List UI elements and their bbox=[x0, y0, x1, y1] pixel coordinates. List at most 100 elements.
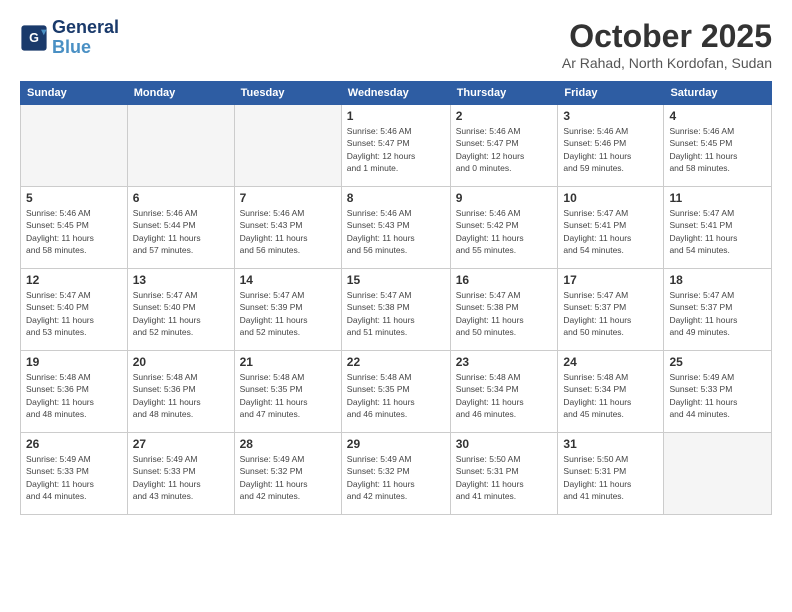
calendar-cell: 17 Sunrise: 5:47 AMSunset: 5:37 PMDayligh… bbox=[558, 269, 664, 351]
calendar-cell: 24 Sunrise: 5:48 AMSunset: 5:34 PMDayligh… bbox=[558, 351, 664, 433]
calendar-cell: 9Sunrise: 5:46 AMSunset: 5:42 PMDaylight… bbox=[450, 187, 558, 269]
day-info: Sunrise: 5:48 AMSunset: 5:34 PMDaylight:… bbox=[456, 371, 553, 420]
day-info: Sunrise: 5:46 AMSunset: 5:46 PMDaylight:… bbox=[563, 125, 658, 174]
month-title: October 2025 bbox=[562, 18, 772, 55]
day-info: Sunrise: 5:49 AMSunset: 5:32 PMDaylight:… bbox=[240, 453, 336, 502]
day-number: 24 bbox=[563, 355, 658, 369]
weekday-header: Saturday bbox=[664, 82, 772, 105]
page: G General Blue October 2025 Ar Rahad, No… bbox=[0, 0, 792, 525]
day-info: Sunrise: 5:46 AMSunset: 5:44 PMDaylight:… bbox=[133, 207, 229, 256]
calendar-cell bbox=[234, 105, 341, 187]
logo-line2: Blue bbox=[52, 37, 91, 57]
day-info: Sunrise: 5:49 AMSunset: 5:33 PMDaylight:… bbox=[669, 371, 766, 420]
day-info: Sunrise: 5:47 AMSunset: 5:40 PMDaylight:… bbox=[133, 289, 229, 338]
day-number: 9 bbox=[456, 191, 553, 205]
day-number: 20 bbox=[133, 355, 229, 369]
day-number: 19 bbox=[26, 355, 122, 369]
weekday-header: Monday bbox=[127, 82, 234, 105]
day-number: 6 bbox=[133, 191, 229, 205]
calendar-cell: 20 Sunrise: 5:48 AMSunset: 5:36 PMDayligh… bbox=[127, 351, 234, 433]
calendar-cell: 16Sunrise: 5:47 AMSunset: 5:38 PMDayligh… bbox=[450, 269, 558, 351]
day-number: 5 bbox=[26, 191, 122, 205]
day-number: 28 bbox=[240, 437, 336, 451]
weekday-header: Wednesday bbox=[341, 82, 450, 105]
calendar-cell: 8 Sunrise: 5:46 AMSunset: 5:43 PMDaylight… bbox=[341, 187, 450, 269]
calendar-header-row: SundayMondayTuesdayWednesdayThursdayFrid… bbox=[21, 82, 772, 105]
calendar-cell bbox=[21, 105, 128, 187]
weekday-header: Tuesday bbox=[234, 82, 341, 105]
calendar-cell: 31Sunrise: 5:50 AMSunset: 5:31 PMDayligh… bbox=[558, 433, 664, 515]
day-info: Sunrise: 5:48 AMSunset: 5:36 PMDaylight:… bbox=[26, 371, 122, 420]
calendar-cell: 28 Sunrise: 5:49 AMSunset: 5:32 PMDayligh… bbox=[234, 433, 341, 515]
calendar-cell: 5 Sunrise: 5:46 AMSunset: 5:45 PMDaylight… bbox=[21, 187, 128, 269]
day-number: 18 bbox=[669, 273, 766, 287]
day-number: 11 bbox=[669, 191, 766, 205]
day-info: Sunrise: 5:47 AMSunset: 5:39 PMDaylight:… bbox=[240, 289, 336, 338]
calendar-cell: 6 Sunrise: 5:46 AMSunset: 5:44 PMDaylight… bbox=[127, 187, 234, 269]
day-info: Sunrise: 5:50 AMSunset: 5:31 PMDaylight:… bbox=[456, 453, 553, 502]
day-number: 31 bbox=[563, 437, 658, 451]
day-info: Sunrise: 5:48 AMSunset: 5:36 PMDaylight:… bbox=[133, 371, 229, 420]
calendar-week-row: 19 Sunrise: 5:48 AMSunset: 5:36 PMDayligh… bbox=[21, 351, 772, 433]
day-number: 16 bbox=[456, 273, 553, 287]
calendar-cell: 15 Sunrise: 5:47 AMSunset: 5:38 PMDayligh… bbox=[341, 269, 450, 351]
day-number: 29 bbox=[347, 437, 445, 451]
calendar-cell: 11 Sunrise: 5:47 AMSunset: 5:41 PMDayligh… bbox=[664, 187, 772, 269]
day-info: Sunrise: 5:46 AMSunset: 5:45 PMDaylight:… bbox=[26, 207, 122, 256]
calendar-cell bbox=[664, 433, 772, 515]
day-number: 26 bbox=[26, 437, 122, 451]
calendar-table: SundayMondayTuesdayWednesdayThursdayFrid… bbox=[20, 81, 772, 515]
weekday-header: Thursday bbox=[450, 82, 558, 105]
calendar-cell: 13 Sunrise: 5:47 AMSunset: 5:40 PMDayligh… bbox=[127, 269, 234, 351]
day-number: 4 bbox=[669, 109, 766, 123]
day-info: Sunrise: 5:47 AMSunset: 5:41 PMDaylight:… bbox=[669, 207, 766, 256]
calendar-week-row: 26 Sunrise: 5:49 AMSunset: 5:33 PMDayligh… bbox=[21, 433, 772, 515]
day-info: Sunrise: 5:48 AMSunset: 5:34 PMDaylight:… bbox=[563, 371, 658, 420]
day-number: 3 bbox=[563, 109, 658, 123]
header: G General Blue October 2025 Ar Rahad, No… bbox=[20, 18, 772, 71]
day-info: Sunrise: 5:49 AMSunset: 5:32 PMDaylight:… bbox=[347, 453, 445, 502]
calendar-week-row: 1 Sunrise: 5:46 AMSunset: 5:47 PMDaylight… bbox=[21, 105, 772, 187]
calendar-cell: 14 Sunrise: 5:47 AMSunset: 5:39 PMDayligh… bbox=[234, 269, 341, 351]
location: Ar Rahad, North Kordofan, Sudan bbox=[562, 55, 772, 71]
day-number: 7 bbox=[240, 191, 336, 205]
weekday-header: Friday bbox=[558, 82, 664, 105]
day-number: 17 bbox=[563, 273, 658, 287]
day-info: Sunrise: 5:47 AMSunset: 5:40 PMDaylight:… bbox=[26, 289, 122, 338]
day-number: 27 bbox=[133, 437, 229, 451]
day-info: Sunrise: 5:47 AMSunset: 5:38 PMDaylight:… bbox=[347, 289, 445, 338]
svg-text:G: G bbox=[29, 31, 39, 45]
calendar-cell: 21Sunrise: 5:48 AMSunset: 5:35 PMDayligh… bbox=[234, 351, 341, 433]
day-info: Sunrise: 5:48 AMSunset: 5:35 PMDaylight:… bbox=[347, 371, 445, 420]
day-number: 12 bbox=[26, 273, 122, 287]
day-number: 13 bbox=[133, 273, 229, 287]
day-info: Sunrise: 5:48 AMSunset: 5:35 PMDaylight:… bbox=[240, 371, 336, 420]
day-number: 1 bbox=[347, 109, 445, 123]
day-info: Sunrise: 5:46 AMSunset: 5:47 PMDaylight:… bbox=[456, 125, 553, 174]
day-number: 15 bbox=[347, 273, 445, 287]
day-number: 22 bbox=[347, 355, 445, 369]
day-number: 10 bbox=[563, 191, 658, 205]
logo-line1: General bbox=[52, 18, 119, 38]
day-info: Sunrise: 5:49 AMSunset: 5:33 PMDaylight:… bbox=[26, 453, 122, 502]
calendar-cell: 1Sunrise: 5:46 AMSunset: 5:47 PMDaylight… bbox=[341, 105, 450, 187]
calendar-cell: 7Sunrise: 5:46 AMSunset: 5:43 PMDaylight… bbox=[234, 187, 341, 269]
calendar-week-row: 5 Sunrise: 5:46 AMSunset: 5:45 PMDaylight… bbox=[21, 187, 772, 269]
title-block: October 2025 Ar Rahad, North Kordofan, S… bbox=[562, 18, 772, 71]
calendar-cell: 29 Sunrise: 5:49 AMSunset: 5:32 PMDayligh… bbox=[341, 433, 450, 515]
calendar-cell: 2Sunrise: 5:46 AMSunset: 5:47 PMDaylight… bbox=[450, 105, 558, 187]
calendar-cell: 19 Sunrise: 5:48 AMSunset: 5:36 PMDayligh… bbox=[21, 351, 128, 433]
calendar-cell bbox=[127, 105, 234, 187]
day-number: 8 bbox=[347, 191, 445, 205]
day-info: Sunrise: 5:49 AMSunset: 5:33 PMDaylight:… bbox=[133, 453, 229, 502]
day-number: 30 bbox=[456, 437, 553, 451]
day-info: Sunrise: 5:47 AMSunset: 5:37 PMDaylight:… bbox=[563, 289, 658, 338]
calendar-week-row: 12 Sunrise: 5:47 AMSunset: 5:40 PMDayligh… bbox=[21, 269, 772, 351]
day-info: Sunrise: 5:46 AMSunset: 5:43 PMDaylight:… bbox=[347, 207, 445, 256]
calendar-cell: 26 Sunrise: 5:49 AMSunset: 5:33 PMDayligh… bbox=[21, 433, 128, 515]
logo-icon: G bbox=[20, 24, 48, 52]
calendar-cell: 30 Sunrise: 5:50 AMSunset: 5:31 PMDayligh… bbox=[450, 433, 558, 515]
calendar-cell: 3 Sunrise: 5:46 AMSunset: 5:46 PMDaylight… bbox=[558, 105, 664, 187]
day-number: 14 bbox=[240, 273, 336, 287]
calendar-cell: 25Sunrise: 5:49 AMSunset: 5:33 PMDayligh… bbox=[664, 351, 772, 433]
